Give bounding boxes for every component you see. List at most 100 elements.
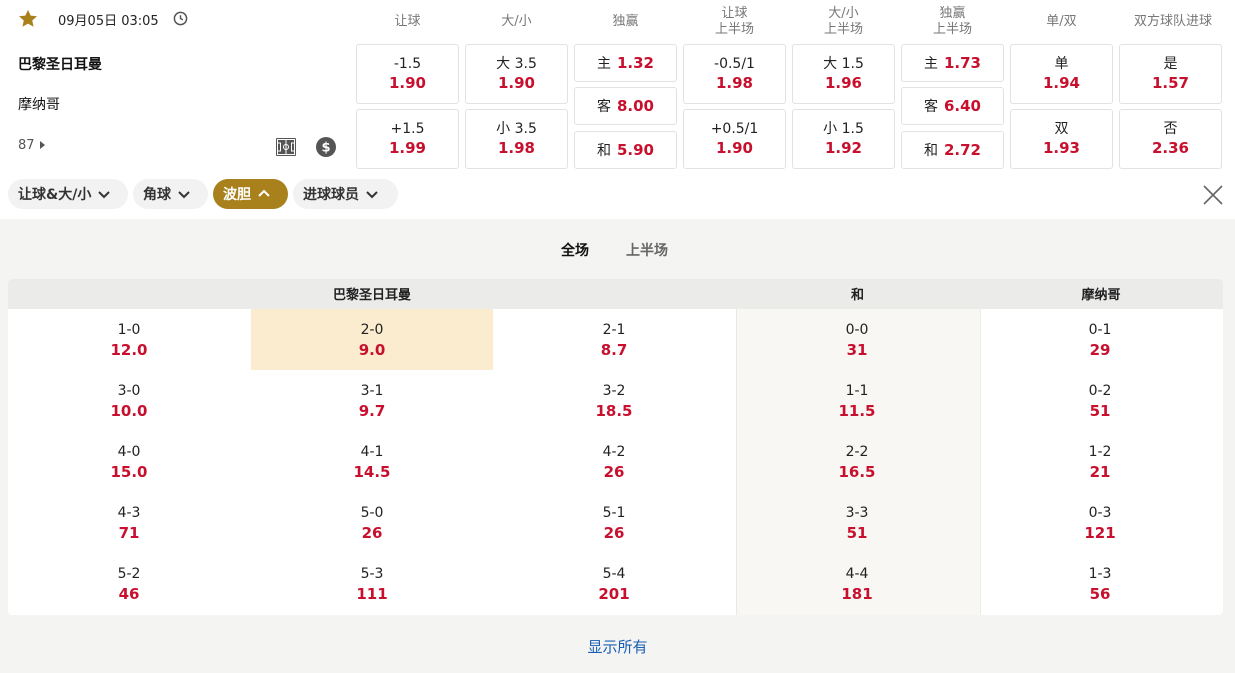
odds-cell-btts-1[interactable]: 否 2.36 — [1119, 109, 1222, 169]
odds-cell-overunder-half-1[interactable]: 小 1.5 1.92 — [792, 109, 895, 169]
odds-cell-handicap-1[interactable]: +1.5 1.99 — [356, 109, 459, 169]
score-cell[interactable]: 5-4 201 — [493, 553, 735, 614]
score-label: 4-1 — [360, 443, 384, 460]
odds-label: 主 — [596, 56, 611, 72]
score-odd: 121 — [1084, 523, 1116, 542]
odds-cell-moneyline-half-0[interactable]: 主 1.73 — [901, 44, 1004, 82]
close-icon[interactable] — [1201, 183, 1225, 207]
odds-cell-overunder-1[interactable]: 小 3.5 1.98 — [465, 109, 568, 169]
score-label: 4-0 — [117, 443, 141, 460]
tab-correct-score[interactable]: 波胆 — [213, 179, 288, 209]
odds-cell-moneyline-2[interactable]: 和 5.90 — [574, 131, 677, 169]
score-cell[interactable]: 2-0 9.0 — [251, 309, 493, 370]
subtab-fulltime[interactable]: 全场 — [561, 240, 589, 260]
odds-value: 1.92 — [824, 139, 862, 157]
score-odd: 9.0 — [358, 340, 386, 359]
column-header-handicap: 让球 — [356, 0, 459, 44]
score-odd: 26 — [603, 462, 625, 481]
score-cell[interactable]: 2-1 8.7 — [493, 309, 735, 370]
score-cell[interactable]: 5-3 111 — [251, 553, 493, 614]
chevron-down-icon — [366, 191, 378, 199]
match-minute[interactable]: 87 — [18, 138, 46, 153]
away-team-name: 摩纳哥 — [18, 97, 60, 113]
score-cell[interactable]: 0-0 31 — [736, 309, 978, 370]
odds-cell-oddeven-0[interactable]: 单 1.94 — [1010, 44, 1113, 104]
score-cell[interactable]: 5-1 26 — [493, 492, 735, 553]
column-header-line: 独赢 — [612, 14, 639, 29]
odds-value: 1.93 — [1042, 139, 1080, 157]
score-label: 2-1 — [602, 321, 626, 338]
score-odd: 14.5 — [353, 462, 391, 481]
odds-value: 1.32 — [616, 54, 654, 72]
score-cell[interactable]: 5-2 46 — [8, 553, 250, 614]
score-cell[interactable]: 3-1 9.7 — [251, 370, 493, 431]
pitch-icon[interactable] — [275, 136, 297, 158]
score-cell[interactable]: 0-3 121 — [979, 492, 1221, 553]
score-cell[interactable]: 1-3 56 — [979, 553, 1221, 614]
score-cell[interactable]: 4-0 15.0 — [8, 431, 250, 492]
score-cell[interactable]: 1-2 21 — [979, 431, 1221, 492]
favorite-star-icon[interactable] — [17, 8, 39, 30]
odds-value: 5.90 — [616, 141, 654, 159]
odds-cell-handicap-half-0[interactable]: -0.5/1 1.98 — [683, 44, 786, 104]
table-header: 巴黎圣日耳曼 和 摩纳哥 — [8, 279, 1223, 309]
odds-cell-handicap-0[interactable]: -1.5 1.90 — [356, 44, 459, 104]
score-cell[interactable]: 4-4 181 — [736, 553, 978, 614]
score-cell[interactable]: 1-1 11.5 — [736, 370, 978, 431]
column-header-overunder: 大/小 — [465, 0, 568, 44]
score-cell[interactable]: 0-1 29 — [979, 309, 1221, 370]
score-cell[interactable]: 4-1 14.5 — [251, 431, 493, 492]
odds-cell-overunder-half-0[interactable]: 大 1.5 1.96 — [792, 44, 895, 104]
score-cell[interactable]: 2-2 16.5 — [736, 431, 978, 492]
odds-label: 单 — [1054, 56, 1069, 72]
score-odd: 9.7 — [358, 401, 386, 420]
match-datetime: 09月05日 03:05 — [58, 14, 159, 29]
header-away: 摩纳哥 — [1081, 288, 1121, 303]
home-team-name: 巴黎圣日耳曼 — [18, 57, 102, 73]
score-odd: 201 — [598, 584, 630, 603]
odds-cell-overunder-0[interactable]: 大 3.5 1.90 — [465, 44, 568, 104]
match-minute-value: 87 — [18, 138, 35, 153]
score-odd: 16.5 — [838, 462, 876, 481]
tab-goalscorers[interactable]: 进球球员 — [293, 179, 398, 209]
score-label: 1-1 — [845, 382, 869, 399]
odds-cell-moneyline-half-2[interactable]: 和 2.72 — [901, 131, 1004, 169]
score-odd: 56 — [1089, 584, 1111, 603]
odds-value: 6.40 — [943, 97, 981, 115]
column-header-line: 上半场 — [932, 22, 972, 37]
odds-value: 1.90 — [388, 74, 426, 92]
score-cell[interactable]: 3-3 51 — [736, 492, 978, 553]
odds-label: 否 — [1163, 121, 1178, 137]
score-label: 3-2 — [602, 382, 626, 399]
score-cell[interactable]: 4-3 71 — [8, 492, 250, 553]
score-label: 5-0 — [360, 504, 384, 521]
tab-corners[interactable]: 角球 — [133, 179, 208, 209]
score-cell[interactable]: 5-0 26 — [251, 492, 493, 553]
score-cell[interactable]: 0-2 51 — [979, 370, 1221, 431]
subtab-firsthalf[interactable]: 上半场 — [626, 240, 668, 260]
score-cell[interactable]: 4-2 26 — [493, 431, 735, 492]
score-label: 3-0 — [117, 382, 141, 399]
tab-handicap-overunder[interactable]: 让球&大/小 — [8, 179, 128, 209]
odds-cell-btts-0[interactable]: 是 1.57 — [1119, 44, 1222, 104]
score-cell[interactable]: 3-2 18.5 — [493, 370, 735, 431]
dollar-icon[interactable]: $ — [315, 136, 337, 158]
score-odd: 8.7 — [600, 340, 628, 359]
odds-cell-moneyline-1[interactable]: 客 8.00 — [574, 87, 677, 125]
odds-cell-oddeven-1[interactable]: 双 1.93 — [1010, 109, 1113, 169]
score-odd: 31 — [846, 340, 868, 359]
odds-value: 1.98 — [497, 139, 535, 157]
odds-label: -0.5/1 — [714, 56, 755, 72]
header-home: 巴黎圣日耳曼 — [332, 288, 411, 303]
odds-cell-moneyline-half-1[interactable]: 客 6.40 — [901, 87, 1004, 125]
column-header-line: 让球 — [721, 6, 748, 21]
score-cell[interactable]: 3-0 10.0 — [8, 370, 250, 431]
odds-cell-handicap-half-1[interactable]: +0.5/1 1.90 — [683, 109, 786, 169]
score-cell[interactable]: 1-0 12.0 — [8, 309, 250, 370]
score-odd: 11.5 — [838, 401, 876, 420]
odds-label: 客 — [923, 99, 938, 115]
score-label: 1-2 — [1088, 443, 1112, 460]
tab-label: 让球&大/小 — [18, 187, 92, 203]
show-all-link[interactable]: 显示所有 — [0, 636, 1235, 657]
odds-cell-moneyline-0[interactable]: 主 1.32 — [574, 44, 677, 82]
